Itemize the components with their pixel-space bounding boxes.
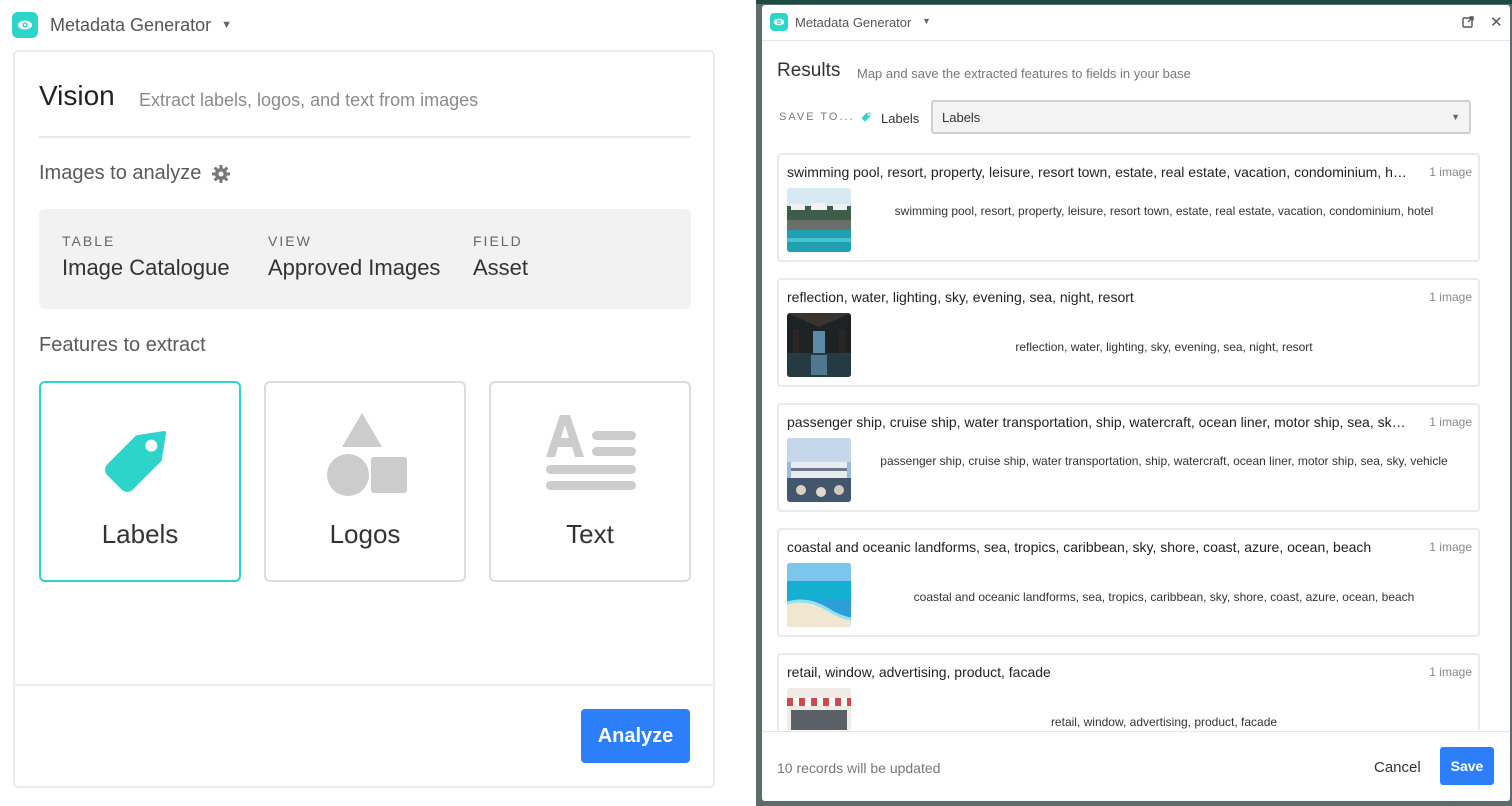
analyze-button[interactable]: Analyze <box>581 709 690 763</box>
result-title: coastal and oceanic landforms, sea, trop… <box>787 539 1372 555</box>
chevron-down-icon[interactable]: ▼ <box>922 16 931 26</box>
feature-labels[interactable]: Labels <box>39 381 241 582</box>
text-icon <box>491 407 689 507</box>
thumbnail-pool[interactable] <box>787 188 851 252</box>
save-button[interactable]: Save <box>1440 747 1494 785</box>
view-label: VIEW <box>268 233 312 249</box>
result-row: reflection, water, lighting, sky, evenin… <box>777 278 1480 387</box>
image-count: 1 image <box>1429 665 1472 679</box>
feature-label: Logos <box>329 519 401 549</box>
tag-icon <box>860 109 874 128</box>
result-description: swimming pool, resort, property, leisure… <box>894 204 1434 218</box>
app-header[interactable]: Metadata Generator ▼ <box>12 12 232 38</box>
result-title: swimming pool, resort, property, leisure… <box>787 164 1407 180</box>
app-title: Metadata Generator <box>50 14 212 35</box>
thumbnail-cruise-ship[interactable] <box>787 438 851 502</box>
divider <box>39 136 691 138</box>
save-to-tag: Labels <box>860 109 919 128</box>
cancel-button[interactable]: Cancel <box>1374 759 1421 776</box>
records-info: 10 records will be updated <box>777 760 941 776</box>
table-label: TABLE <box>62 233 116 249</box>
expand-icon[interactable] <box>1462 15 1474 33</box>
image-source-box[interactable]: TABLE Image Catalogue VIEW Approved Imag… <box>39 209 691 309</box>
result-row: passenger ship, cruise ship, water trans… <box>777 403 1480 512</box>
field-label: FIELD <box>473 233 523 249</box>
vision-card: Vision Extract labels, logos, and text f… <box>13 50 715 788</box>
left-app-panel: Metadata Generator ▼ Vision Extract labe… <box>0 0 728 806</box>
dialog-header: Metadata Generator ▼ ✕ <box>762 5 1510 41</box>
feature-label: Text <box>566 519 614 549</box>
results-list[interactable]: swimming pool, resort, property, leisure… <box>777 153 1480 730</box>
vision-title: Vision <box>39 80 115 111</box>
image-count: 1 image <box>1429 290 1472 304</box>
result-description: passenger ship, cruise ship, water trans… <box>880 454 1448 468</box>
images-heading: Images to analyze <box>39 162 231 185</box>
result-title: reflection, water, lighting, sky, evenin… <box>787 289 1134 305</box>
eye-icon <box>770 13 788 31</box>
close-icon[interactable]: ✕ <box>1490 13 1503 31</box>
field-column: FIELD Asset <box>473 233 528 281</box>
divider <box>15 684 713 686</box>
shapes-icon <box>266 407 464 507</box>
feature-logos[interactable]: Logos <box>264 381 466 582</box>
chevron-down-icon: ▼ <box>221 19 232 31</box>
result-title: retail, window, advertising, product, fa… <box>787 664 1051 680</box>
thumbnail-beach[interactable] <box>787 563 851 627</box>
thumbnail-night-resort[interactable] <box>787 313 851 377</box>
feature-text[interactable]: Text <box>489 381 691 582</box>
result-row: coastal and oceanic landforms, sea, trop… <box>777 528 1480 637</box>
thumbnail-storefront[interactable] <box>787 688 851 730</box>
table-value: Image Catalogue <box>62 255 230 280</box>
result-description: coastal and oceanic landforms, sea, trop… <box>913 590 1415 604</box>
results-dialog: Metadata Generator ▼ ✕ Results Map and s… <box>762 5 1510 801</box>
app-title[interactable]: Metadata Generator <box>795 15 911 30</box>
image-count: 1 image <box>1429 165 1472 179</box>
image-count: 1 image <box>1429 540 1472 554</box>
field-value: Asset <box>473 255 529 280</box>
eye-icon <box>12 12 38 38</box>
results-title: Results <box>777 60 841 81</box>
result-title: passenger ship, cruise ship, water trans… <box>787 414 1407 430</box>
result-description: retail, window, advertising, product, fa… <box>1050 715 1278 729</box>
vision-subtitle: Extract labels, logos, and text from ima… <box>139 90 479 110</box>
view-column: VIEW Approved Images <box>268 233 440 281</box>
save-to-label: SAVE TO... <box>779 111 855 123</box>
chevron-down-icon: ▼ <box>1451 112 1460 122</box>
backdrop-top-strip <box>756 0 1512 4</box>
feature-label: Labels <box>101 519 179 549</box>
save-to-tag-label: Labels <box>881 111 920 126</box>
result-row: retail, window, advertising, product, fa… <box>777 653 1480 730</box>
result-row: swimming pool, resort, property, leisure… <box>777 153 1480 262</box>
features-heading: Features to extract <box>39 334 206 356</box>
field-select-value: Labels <box>942 110 981 125</box>
field-select[interactable]: Labels ▼ <box>931 100 1471 134</box>
result-description: reflection, water, lighting, sky, evenin… <box>1015 340 1313 354</box>
table-column: TABLE Image Catalogue <box>62 233 230 281</box>
tag-icon <box>41 407 239 507</box>
images-heading-label: Images to analyze <box>39 162 202 184</box>
results-subtitle: Map and save the extracted features to f… <box>857 66 1191 81</box>
gear-icon[interactable] <box>211 164 231 184</box>
image-count: 1 image <box>1429 415 1472 429</box>
dialog-footer: 10 records will be updated Cancel Save <box>762 731 1510 801</box>
view-value: Approved Images <box>268 255 441 280</box>
